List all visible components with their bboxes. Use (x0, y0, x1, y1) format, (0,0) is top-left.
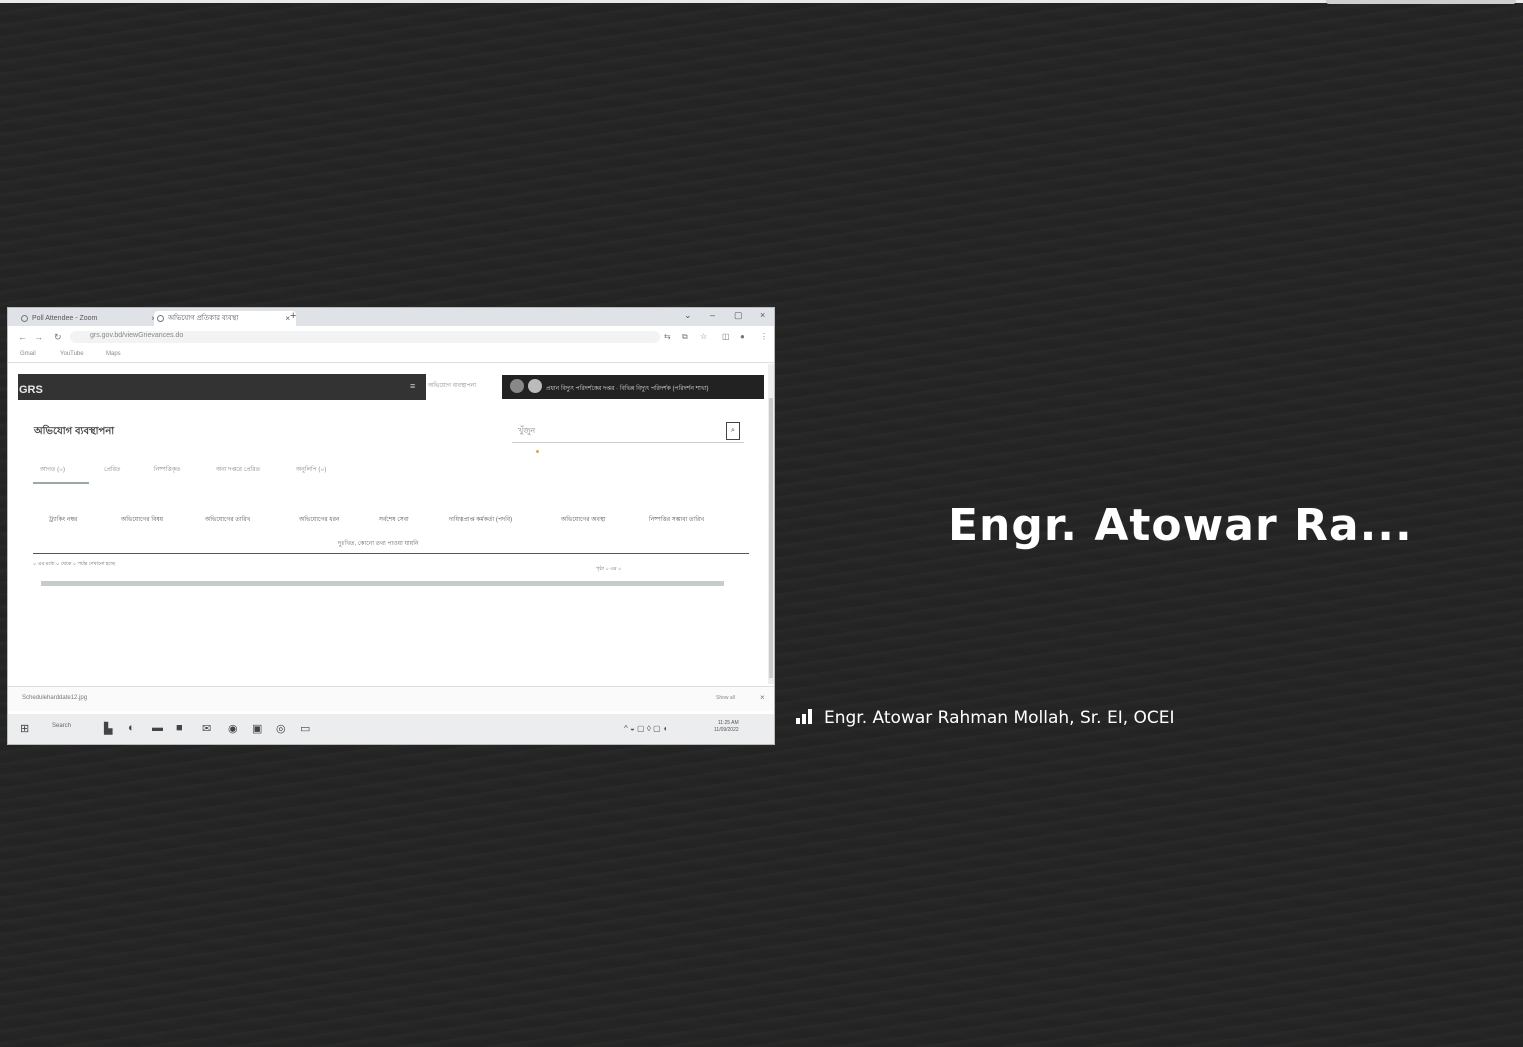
search-icon[interactable]: ⌕ (726, 422, 740, 440)
forward-icon[interactable]: → (34, 332, 43, 342)
column-header[interactable]: অভিযোগের ধরন (299, 514, 340, 525)
column-header[interactable]: অভিযোগের তারিখ (205, 514, 251, 525)
browser-tab-bar: Poll Attendee - Zoom × অভিযোগ প্রতিকার ব… (8, 308, 774, 326)
filter-forwarded[interactable]: অন্য দপ্তরে প্রেরিত (216, 464, 260, 475)
app-header: ≡ (18, 374, 426, 400)
filter-resolved[interactable]: নিষ্পত্তিকৃত (154, 464, 181, 475)
taskbar-clock[interactable]: 11:25 AM 11/09/2022 (714, 720, 739, 734)
start-icon[interactable]: ⊞ (20, 722, 29, 735)
participant-name-label: Engr. Atowar Rahman Mollah, Sr. EI, OCEI (796, 708, 1175, 728)
chrome-icon[interactable]: ◎ (276, 722, 286, 735)
scrollbar-thumb[interactable] (769, 398, 773, 678)
search-input[interactable]: খুঁজুন ⌕ (512, 420, 744, 443)
column-header[interactable]: অভিযোগের অবস্থা (561, 514, 606, 525)
participant-name-text: Engr. Atowar Rahman Mollah, Sr. EI, OCEI (824, 708, 1175, 728)
filter-sent[interactable]: প্রেরিত (104, 464, 120, 475)
horizontal-scrollbar[interactable] (41, 581, 724, 586)
user-office-label: প্রধান বিদ্যুৎ পরিদর্শকের দপ্তর · বিভিন্… (546, 386, 709, 392)
empty-table-message: দুঃখিত, কোনো তথ্য পাওয়া যায়নি (338, 541, 419, 547)
column-header[interactable]: সর্বশেষ সেবা (379, 514, 409, 525)
reload-icon[interactable]: ↻ (54, 332, 62, 343)
app-icon[interactable]: ▣ (252, 722, 262, 735)
bookmark-gmail[interactable]: Gmail (20, 351, 36, 357)
signal-strength-icon (796, 708, 818, 724)
search-placeholder: খুঁজুন (518, 426, 536, 435)
active-filter-indicator (33, 482, 89, 484)
app-icon[interactable]: ◉ (228, 722, 238, 735)
window-close-icon[interactable]: × (760, 310, 765, 320)
taskview-icon[interactable]: ▙ (104, 722, 112, 735)
window-top-edge (0, 0, 1523, 3)
column-header[interactable]: নিষ্পত্তির সম্ভাব্য তারিখ (649, 514, 704, 525)
avatar[interactable] (528, 379, 542, 393)
store-icon[interactable]: ■ (176, 722, 183, 734)
menu-icon[interactable]: ⋮ (760, 332, 768, 341)
filter-copy[interactable]: অনুলিপি (০) (296, 464, 326, 475)
back-icon[interactable]: ← (18, 332, 27, 342)
system-tray-icons[interactable]: ^ ◒ ▢ ◊ ▢ ◖ (624, 724, 668, 733)
tab-zoom[interactable]: Poll Attendee - Zoom × (18, 311, 162, 326)
grs-logo[interactable]: GRS (19, 384, 43, 396)
close-icon[interactable]: × (760, 693, 765, 702)
maximize-icon[interactable]: ▢ (734, 310, 743, 321)
zoom-taskbar-icon[interactable]: ▭ (300, 722, 310, 735)
column-header[interactable]: দায়িত্বপ্রাপ্ত কর্মকর্তা (পদবি) (449, 514, 512, 525)
tab-grs[interactable]: অভিযোগ প্রতিকার ব্যবস্থা × (154, 311, 296, 326)
globe-icon (157, 315, 164, 322)
address-bar-row: ← → ↻ grs.gov.bd/viewGrievances.do ⇆ ⧉ ☆… (8, 326, 774, 348)
download-item[interactable]: Scheduleharddate12.jpg (22, 695, 87, 701)
share-icon[interactable]: ⇆ (664, 332, 671, 341)
loading-dot (536, 450, 539, 453)
bookmark-maps[interactable]: Maps (106, 351, 121, 357)
view-options-handle[interactable] (1326, 0, 1516, 4)
tab-label: অভিযোগ প্রতিকার ব্যবস্থা (168, 315, 239, 322)
profile-icon[interactable]: ● (740, 332, 745, 341)
column-header[interactable]: অভিযোগের বিষয় (121, 514, 163, 525)
participant-display-name: Engr. Atowar Ra... (948, 500, 1413, 551)
page-title: অভিযোগ ব্যবস্থাপনা (34, 426, 115, 437)
tab-label: Poll Attendee - Zoom (32, 315, 98, 322)
clock-time: 11:25 AM (717, 720, 739, 726)
url-text: grs.gov.bd/viewGrievances.do (90, 332, 184, 339)
sidebar-icon[interactable]: ◫ (722, 332, 730, 341)
star-icon[interactable]: ☆ (700, 332, 707, 341)
extension-icon[interactable]: ⧉ (682, 332, 688, 342)
bookmarks-bar: Gmail YouTube Maps (8, 348, 774, 363)
windows-taskbar: ⊞ Search ▙ ◐ ▬ ■ ✉ ◉ ▣ ◎ ▭ ^ ◒ ▢ ◊ ▢ ◖ 1… (8, 714, 774, 744)
edge-icon[interactable]: ◐ (128, 722, 135, 734)
show-all-link[interactable]: Show all (716, 695, 735, 701)
column-header[interactable]: ট্র্যাকিং নম্বর (49, 514, 77, 525)
shared-screen-window[interactable]: Poll Attendee - Zoom × অভিযোগ প্রতিকার ব… (8, 308, 774, 744)
notification-icon[interactable] (510, 379, 524, 393)
pagination-controls[interactable]: পৃষ্ঠা ০ এর ০ (596, 566, 621, 574)
table-divider (33, 553, 749, 554)
new-tab-icon[interactable]: + (290, 310, 296, 322)
explorer-icon[interactable]: ▬ (152, 722, 163, 734)
mail-icon[interactable]: ✉ (202, 722, 211, 735)
download-bar: Scheduleharddate12.jpg Show all × (8, 686, 774, 711)
bookmark-youtube[interactable]: YouTube (60, 351, 84, 357)
table-header: ট্র্যাকিং নম্বর অভিযোগের বিষয় অভিযোগের … (33, 514, 749, 528)
filter-incoming[interactable]: আগত (০) (40, 464, 65, 475)
nav-tab-grievance[interactable]: অভিযোগ ব্যবস্থাপনা (428, 380, 476, 391)
hamburger-icon[interactable]: ≡ (410, 381, 415, 391)
chevron-down-icon[interactable]: ⌄ (684, 310, 692, 321)
user-menu[interactable]: প্রধান বিদ্যুৎ পরিদর্শকের দপ্তর · বিভিন্… (502, 375, 764, 399)
pagination-info: ০ এর মধ্যে ০ থেকে ০ পর্যন্ত দেখানো হচ্ছে (33, 561, 116, 567)
zoom-icon (21, 315, 28, 322)
clock-date: 11/09/2022 (714, 727, 739, 733)
minimize-icon[interactable]: – (710, 310, 715, 320)
taskbar-search[interactable]: Search (52, 723, 71, 729)
